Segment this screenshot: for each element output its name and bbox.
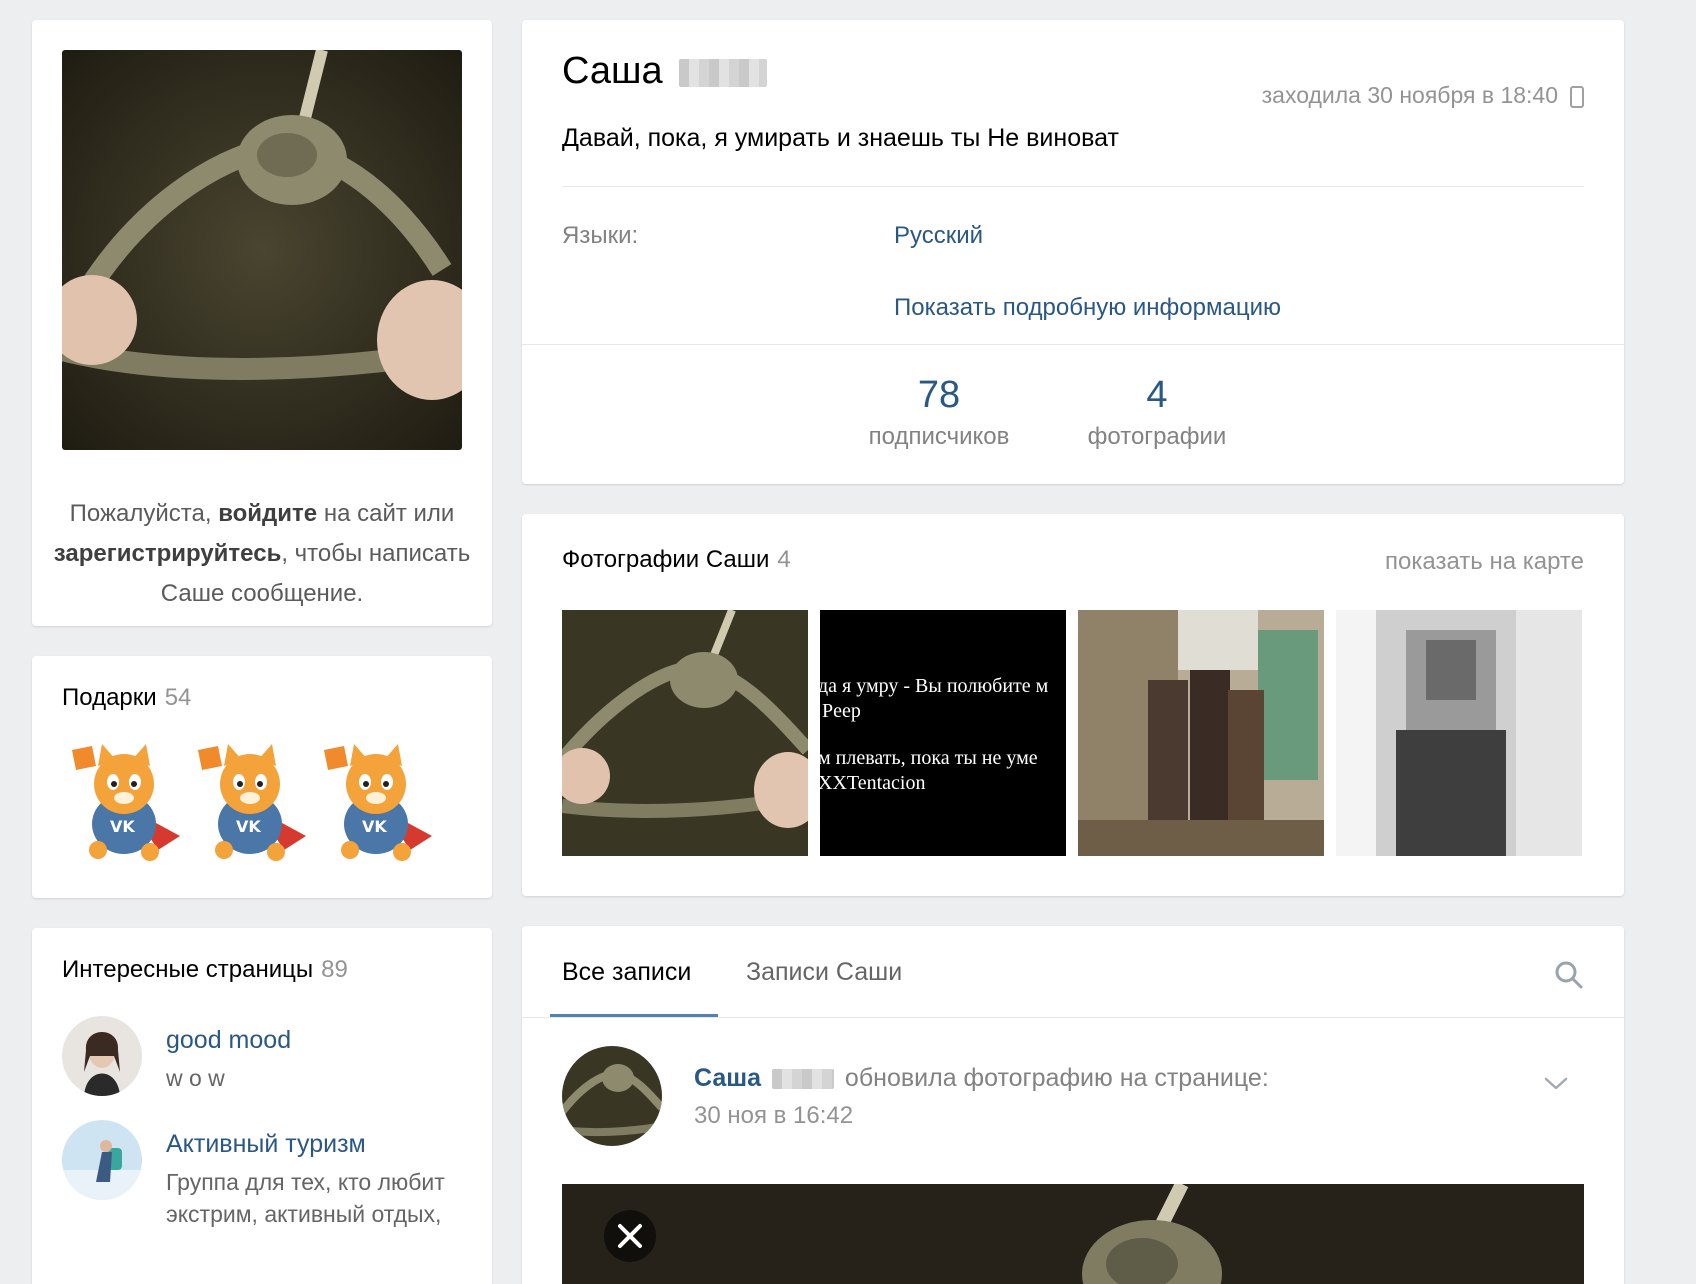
divider bbox=[522, 1017, 1624, 1018]
page-description: w o w bbox=[166, 1065, 225, 1091]
languages-label: Языки: bbox=[562, 222, 639, 249]
show-on-map-link[interactable]: показать на карте bbox=[1385, 548, 1584, 576]
pages-title[interactable]: Интересные страницы 89 bbox=[62, 956, 348, 984]
photo-thumbnail[interactable] bbox=[1336, 610, 1582, 856]
tab-all-posts[interactable]: Все записи bbox=[562, 958, 691, 987]
profile-name: Саша bbox=[562, 50, 663, 92]
pages-title-label: Интересные страницы bbox=[62, 956, 314, 983]
followers-label: подписчиков bbox=[868, 423, 1010, 450]
photos-label: фотографии bbox=[1087, 423, 1227, 450]
photo-text-line: м плевать, пока ты не уме bbox=[820, 747, 1038, 769]
post-header: Саша обновила фотографию на странице: bbox=[694, 1064, 1269, 1093]
gift-item[interactable]: VK bbox=[314, 740, 440, 866]
gifts-title[interactable]: Подарки 54 bbox=[62, 684, 191, 712]
page-description: Группа для тех, кто любит экстрим, актив… bbox=[166, 1169, 445, 1227]
wall-card: Все записи Записи Саши Саша обновила фот… bbox=[522, 926, 1624, 1284]
svg-text:VK: VK bbox=[236, 817, 261, 836]
blurred-surname bbox=[679, 58, 768, 87]
photos-counter[interactable]: 4 фотографии bbox=[1070, 374, 1244, 451]
svg-text:VK: VK bbox=[110, 817, 135, 836]
languages-value-link[interactable]: Русский bbox=[894, 222, 983, 250]
page-avatar[interactable] bbox=[62, 1120, 142, 1200]
followers-counter[interactable]: 78 подписчиков bbox=[852, 374, 1026, 451]
photo-text-line: да я умру - Вы полюбите м bbox=[820, 675, 1049, 697]
page-title: Саша bbox=[562, 50, 768, 93]
photos-title-label: Фотографии Саши bbox=[562, 546, 770, 573]
gift-item[interactable]: VK bbox=[188, 740, 314, 866]
photos-count: 4 bbox=[1146, 374, 1168, 416]
show-details-link[interactable]: Показать подробную информацию bbox=[894, 294, 1281, 322]
post-timestamp[interactable]: 30 ноя в 16:42 bbox=[694, 1102, 853, 1130]
close-icon[interactable] bbox=[604, 1210, 656, 1262]
post-author-avatar[interactable] bbox=[562, 1046, 662, 1146]
chevron-down-icon[interactable] bbox=[1544, 1072, 1568, 1096]
photos-title-count: 4 bbox=[777, 546, 791, 573]
profile-status: Давай, пока, я умирать и знаешь ты Не ви… bbox=[562, 124, 1119, 152]
list-item[interactable]: Активный туризм Группа для тех, кто люби… bbox=[62, 1120, 482, 1280]
tab-own-posts[interactable]: Записи Саши bbox=[746, 958, 902, 987]
divider bbox=[562, 186, 1584, 187]
photos-title[interactable]: Фотографии Саши 4 bbox=[562, 546, 791, 574]
followers-count: 78 bbox=[917, 374, 961, 416]
photo-thumbnail[interactable] bbox=[562, 610, 808, 856]
photo-text-line: Peep bbox=[822, 700, 861, 722]
gifts-count: 54 bbox=[164, 684, 192, 711]
profile-avatar[interactable] bbox=[62, 50, 462, 450]
gifts-title-label: Подарки bbox=[62, 684, 157, 711]
post-action-text: обновила фотографию на странице: bbox=[844, 1064, 1269, 1092]
search-icon[interactable] bbox=[1554, 960, 1584, 990]
page-name-link[interactable]: good mood bbox=[166, 1026, 291, 1055]
page-name-link[interactable]: Активный туризм bbox=[166, 1130, 366, 1159]
divider bbox=[522, 344, 1624, 345]
photos-card: Фотографии Саши 4 показать на карте да я … bbox=[522, 514, 1624, 896]
blurred-surname bbox=[771, 1069, 834, 1090]
post-author-link[interactable]: Саша bbox=[694, 1064, 761, 1092]
interesting-pages-card: Интересные страницы 89 good mood w o w Ак… bbox=[32, 928, 492, 1284]
photo-text-line: XXTentacion bbox=[820, 772, 926, 794]
last-seen-text: заходила 30 ноября в 18:40 bbox=[1261, 82, 1558, 108]
login-link[interactable]: войдите bbox=[218, 500, 317, 527]
avatar-card: Пожалуйста, войдите на сайт или зарегист… bbox=[32, 20, 492, 626]
gift-item[interactable]: VK bbox=[62, 740, 188, 866]
post-image[interactable] bbox=[562, 1184, 1584, 1284]
gift-cat-icon: VK bbox=[324, 744, 432, 861]
gifts-card: Подарки 54 VK VK VK bbox=[32, 656, 492, 898]
photo-thumbnail[interactable]: да я умру - Вы полюбите м Peep м плевать… bbox=[820, 610, 1066, 856]
register-link[interactable]: зарегистрируйтесь bbox=[54, 540, 282, 567]
phone-icon bbox=[1570, 86, 1584, 108]
list-item[interactable]: good mood w o w bbox=[62, 1016, 482, 1106]
pages-count: 89 bbox=[321, 956, 348, 983]
login-prompt: Пожалуйста, войдите на сайт или зарегист… bbox=[52, 494, 472, 614]
login-prompt-text: Пожалуйста, bbox=[69, 500, 219, 527]
page-avatar[interactable] bbox=[62, 1016, 142, 1096]
login-prompt-text: на сайт или bbox=[317, 500, 455, 527]
profile-info-card: Саша заходила 30 ноября в 18:40 Давай, п… bbox=[522, 20, 1624, 484]
gift-cat-icon: VK bbox=[198, 744, 306, 861]
photo-thumbnail[interactable] bbox=[1078, 610, 1324, 856]
gift-cat-icon: VK bbox=[72, 744, 180, 861]
svg-text:VK: VK bbox=[362, 817, 387, 836]
